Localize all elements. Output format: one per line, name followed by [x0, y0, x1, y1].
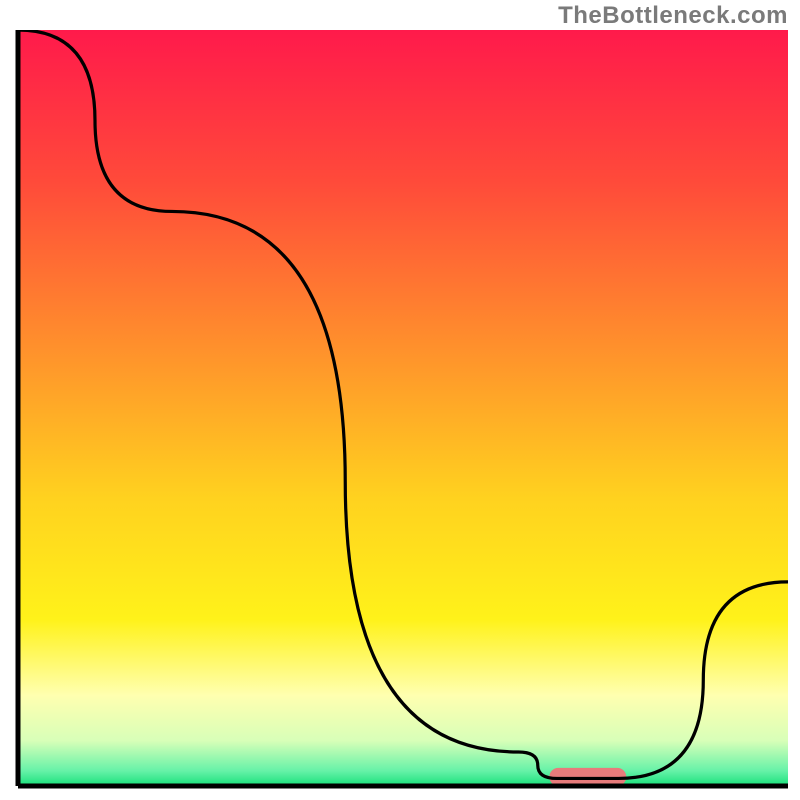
bottleneck-chart: TheBottleneck.com: [0, 0, 800, 800]
chart-canvas: [0, 0, 800, 800]
watermark-text: TheBottleneck.com: [558, 2, 788, 30]
gradient-background: [18, 30, 788, 786]
